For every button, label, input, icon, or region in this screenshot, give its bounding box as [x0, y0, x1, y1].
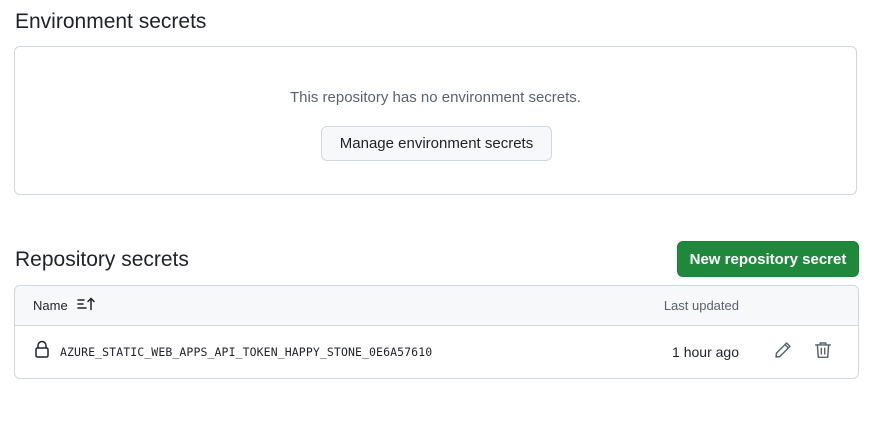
environment-secrets-panel: This repository has no environment secre… [14, 46, 857, 195]
environment-secrets-title: Environment secrets [15, 10, 207, 33]
pencil-icon[interactable] [774, 341, 792, 359]
repository-secrets-table: Name Last updated AZURE_STATIC_WEB_APPS_… [14, 285, 859, 379]
lock-icon [35, 340, 49, 358]
repository-secrets-title: Repository secrets [15, 248, 189, 271]
sort-ascending-icon[interactable] [76, 296, 96, 312]
column-header-last-updated: Last updated [663, 298, 739, 313]
environment-secrets-empty-message: This repository has no environment secre… [290, 89, 581, 106]
new-repository-secret-button[interactable]: New repository secret [677, 241, 859, 277]
secret-last-updated: 1 hour ago [672, 344, 739, 360]
manage-environment-secrets-button[interactable]: Manage environment secrets [321, 126, 552, 161]
column-header-name: Name [33, 298, 68, 313]
trash-icon[interactable] [814, 341, 832, 359]
table-header: Name Last updated [15, 286, 858, 326]
table-row: AZURE_STATIC_WEB_APPS_API_TOKEN_HAPPY_ST… [15, 325, 858, 378]
secret-name: AZURE_STATIC_WEB_APPS_API_TOKEN_HAPPY_ST… [60, 345, 433, 359]
